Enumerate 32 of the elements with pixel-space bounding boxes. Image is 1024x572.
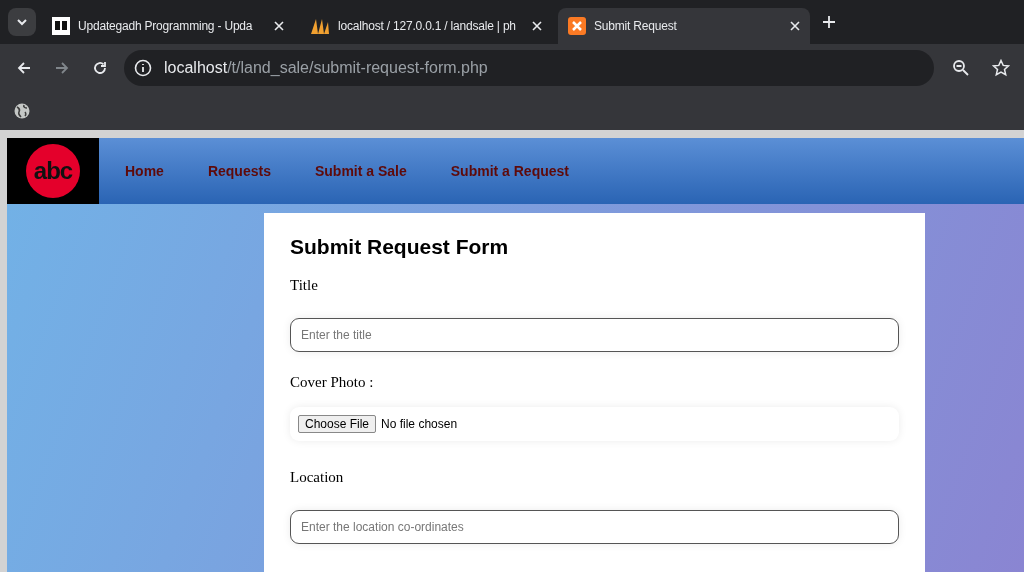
input-field[interactable]: Enter the title: [290, 318, 899, 352]
close-icon[interactable]: [790, 21, 800, 31]
tab-list-button[interactable]: [8, 8, 36, 36]
tab-title: localhost / 127.0.0.1 / landsale | ph: [338, 19, 517, 33]
site-icon: [52, 17, 70, 35]
input-field[interactable]: Enter the location co-ordinates: [290, 510, 899, 544]
forward-icon[interactable]: [54, 60, 70, 76]
new-tab-icon[interactable]: [822, 15, 836, 29]
browser-tab[interactable]: Updategadh Programming - Upda: [42, 8, 294, 44]
field-label: Location: [290, 469, 345, 486]
field-label: Cover Photo :: [290, 374, 375, 391]
sail-icon: [310, 17, 330, 35]
browser-tab[interactable]: localhost / 127.0.0.1 / landsale | ph: [300, 8, 552, 44]
info-icon[interactable]: [134, 59, 152, 77]
close-icon[interactable]: [532, 21, 542, 31]
file-status: No file chosen: [381, 417, 458, 431]
choose-file-button[interactable]: Choose File: [298, 415, 377, 433]
site-icon: [568, 17, 586, 35]
zoom-icon[interactable]: [952, 59, 970, 77]
close-icon[interactable]: [274, 21, 284, 31]
reload-icon[interactable]: [92, 60, 108, 76]
address-bar[interactable]: localhost/t/land_sale/submit-request-form.php: [124, 50, 934, 86]
tab-title: Submit Request: [594, 19, 678, 33]
tab-title: Updategadh Programming - Upda: [78, 19, 254, 33]
form-heading: Submit Request Form: [290, 235, 510, 259]
star-icon[interactable]: [992, 59, 1010, 77]
globe-icon[interactable]: [14, 103, 30, 119]
logo: abc: [26, 144, 80, 198]
back-icon[interactable]: [16, 60, 32, 76]
chevron-down-icon: [16, 16, 28, 28]
browser-tab[interactable]: Submit Request: [558, 8, 810, 44]
field-label: Title: [290, 277, 319, 294]
